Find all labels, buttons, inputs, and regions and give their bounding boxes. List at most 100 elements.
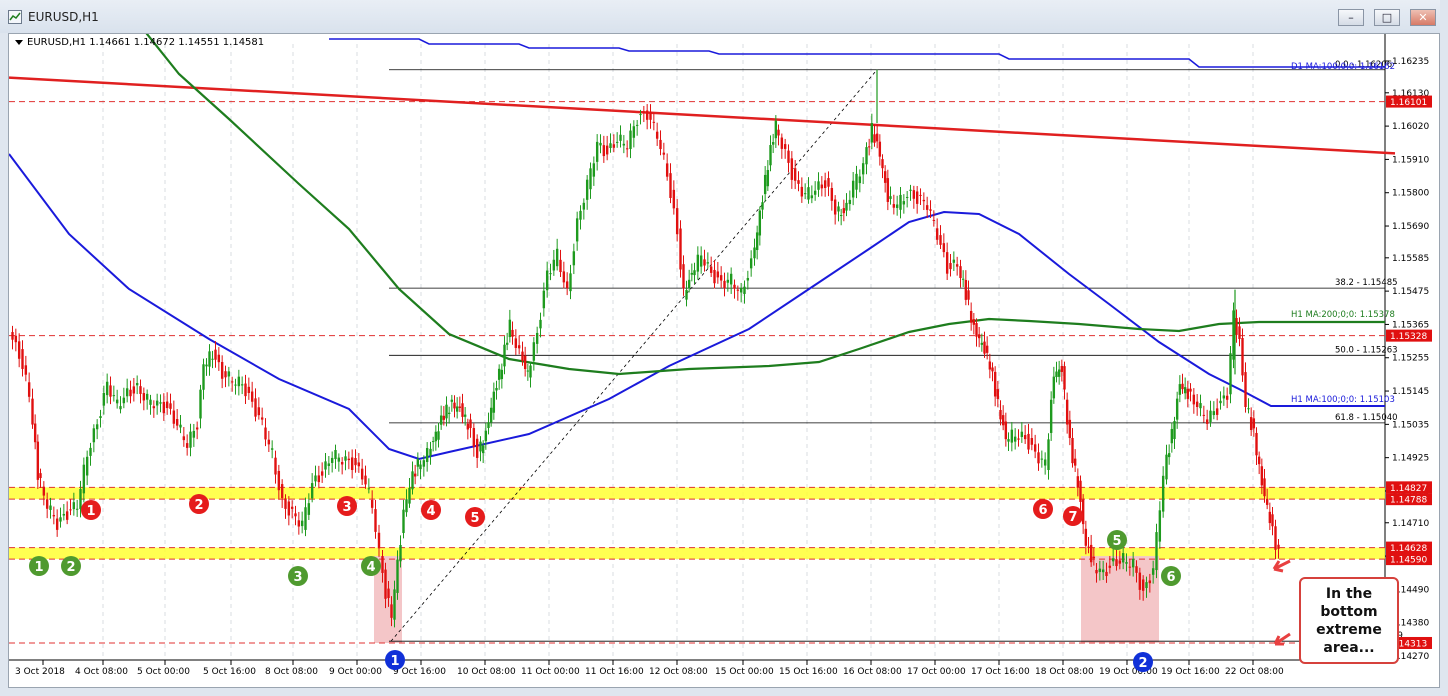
candle-body [545,270,549,291]
candle-body [82,464,86,494]
candle-body [270,448,274,450]
candle-body [169,403,172,409]
candle-body [202,364,205,390]
candle-body [189,431,192,448]
candle-body [1076,476,1080,488]
candle-body [925,205,929,210]
candle-body [199,389,202,419]
ma-label: H1 MA:100;0;0: 1.15103 [1291,395,1395,405]
candle-body [602,145,606,157]
candle-body [49,505,52,510]
candle-body [185,443,189,448]
candle-body [55,518,59,530]
candle-body [237,376,241,387]
price-tick-label: 1.16235 [1392,57,1429,67]
candle-body [939,235,942,245]
candle-body [716,271,720,278]
candle-body [1063,366,1066,390]
candle-body [31,398,34,425]
candle-body [1092,556,1096,559]
candle-body [845,202,848,211]
chart-area[interactable]: EURUSD,H1 1.14661 1.14672 1.14551 1.1458… [8,23,1440,688]
candle-body [529,365,532,378]
candle-body [230,381,234,383]
candle-body [964,280,968,300]
candle-body [855,173,858,190]
candle-body [320,471,324,476]
candle-body [503,344,506,367]
candle-body [1001,415,1005,426]
candle-body [755,232,759,251]
candle-body [340,462,344,465]
candle-body [899,194,902,210]
candle-body [99,416,102,419]
candle-body [1215,408,1219,415]
minimize-button[interactable]: – [1338,9,1364,26]
candle-body [1098,568,1102,572]
candle-body [929,209,932,211]
candle-body [287,501,291,516]
candle-body [867,146,871,148]
candle-body [439,415,443,425]
candle-body [649,111,652,120]
candle-body [458,406,462,408]
price-tick-label: 1.15035 [1392,420,1429,430]
close-button[interactable]: ✕ [1410,9,1436,26]
candle-body [1232,310,1235,360]
candle-body [1186,388,1190,399]
candle-body [726,279,730,283]
price-tick-label: 1.15585 [1392,254,1429,264]
candle-body [1084,528,1088,546]
time-tick-label: 10 Oct 08:00 [457,667,516,677]
candle-body [1010,429,1014,443]
maximize-button[interactable]: □ [1374,9,1400,26]
candle-body [39,473,42,479]
candle-body [300,520,304,527]
red-swing-marker-label: 7 [1068,510,1077,525]
candle-body [758,210,762,236]
candle-body [399,544,402,562]
price-tick-label: 1.14710 [1392,519,1429,529]
candle-body [1244,372,1247,408]
candle-body [360,468,364,480]
candle-body [1057,369,1061,377]
candle-body [1020,431,1024,437]
candle-body [1049,399,1053,433]
time-tick-label: 5 Oct 16:00 [203,667,256,677]
fib-level-label: 38.2 - 1.15485 [1335,278,1398,288]
candle-body [1165,454,1168,480]
candle-body [437,431,440,440]
fib-level-label: 61.8 - 1.15040 [1335,413,1398,423]
candle-body [743,286,746,294]
candle-body [690,272,694,275]
candle-body [455,406,459,412]
candle-body [304,507,307,530]
candle-body [886,178,890,202]
candle-body [264,427,267,440]
candle-body [1033,444,1037,452]
price-tick-label: 1.15145 [1392,387,1429,397]
green-swing-marker-label: 6 [1166,570,1175,585]
candle-body [625,148,629,150]
candle-body [408,487,411,504]
candle-body [105,381,109,396]
collapse-triangle-icon[interactable] [15,39,23,45]
candle-body [59,517,62,522]
candle-body [1052,376,1056,399]
candle-body [749,258,753,269]
candle-body [1265,498,1269,505]
red-swing-marker-label: 2 [194,498,203,513]
candle-body [599,142,602,146]
candle-body [1195,401,1199,408]
candle-body [274,457,277,475]
candle-body [466,423,470,430]
candle-body [823,180,827,188]
price-level-tag-text: 1.14628 [1390,544,1427,554]
price-tick-label: 1.16020 [1392,122,1429,132]
candle-body [790,158,794,180]
candle-body [310,483,314,499]
price-tick-label: 1.15365 [1392,320,1429,330]
candle-body [842,208,846,214]
candle-body [224,371,227,378]
candle-body [983,341,986,354]
